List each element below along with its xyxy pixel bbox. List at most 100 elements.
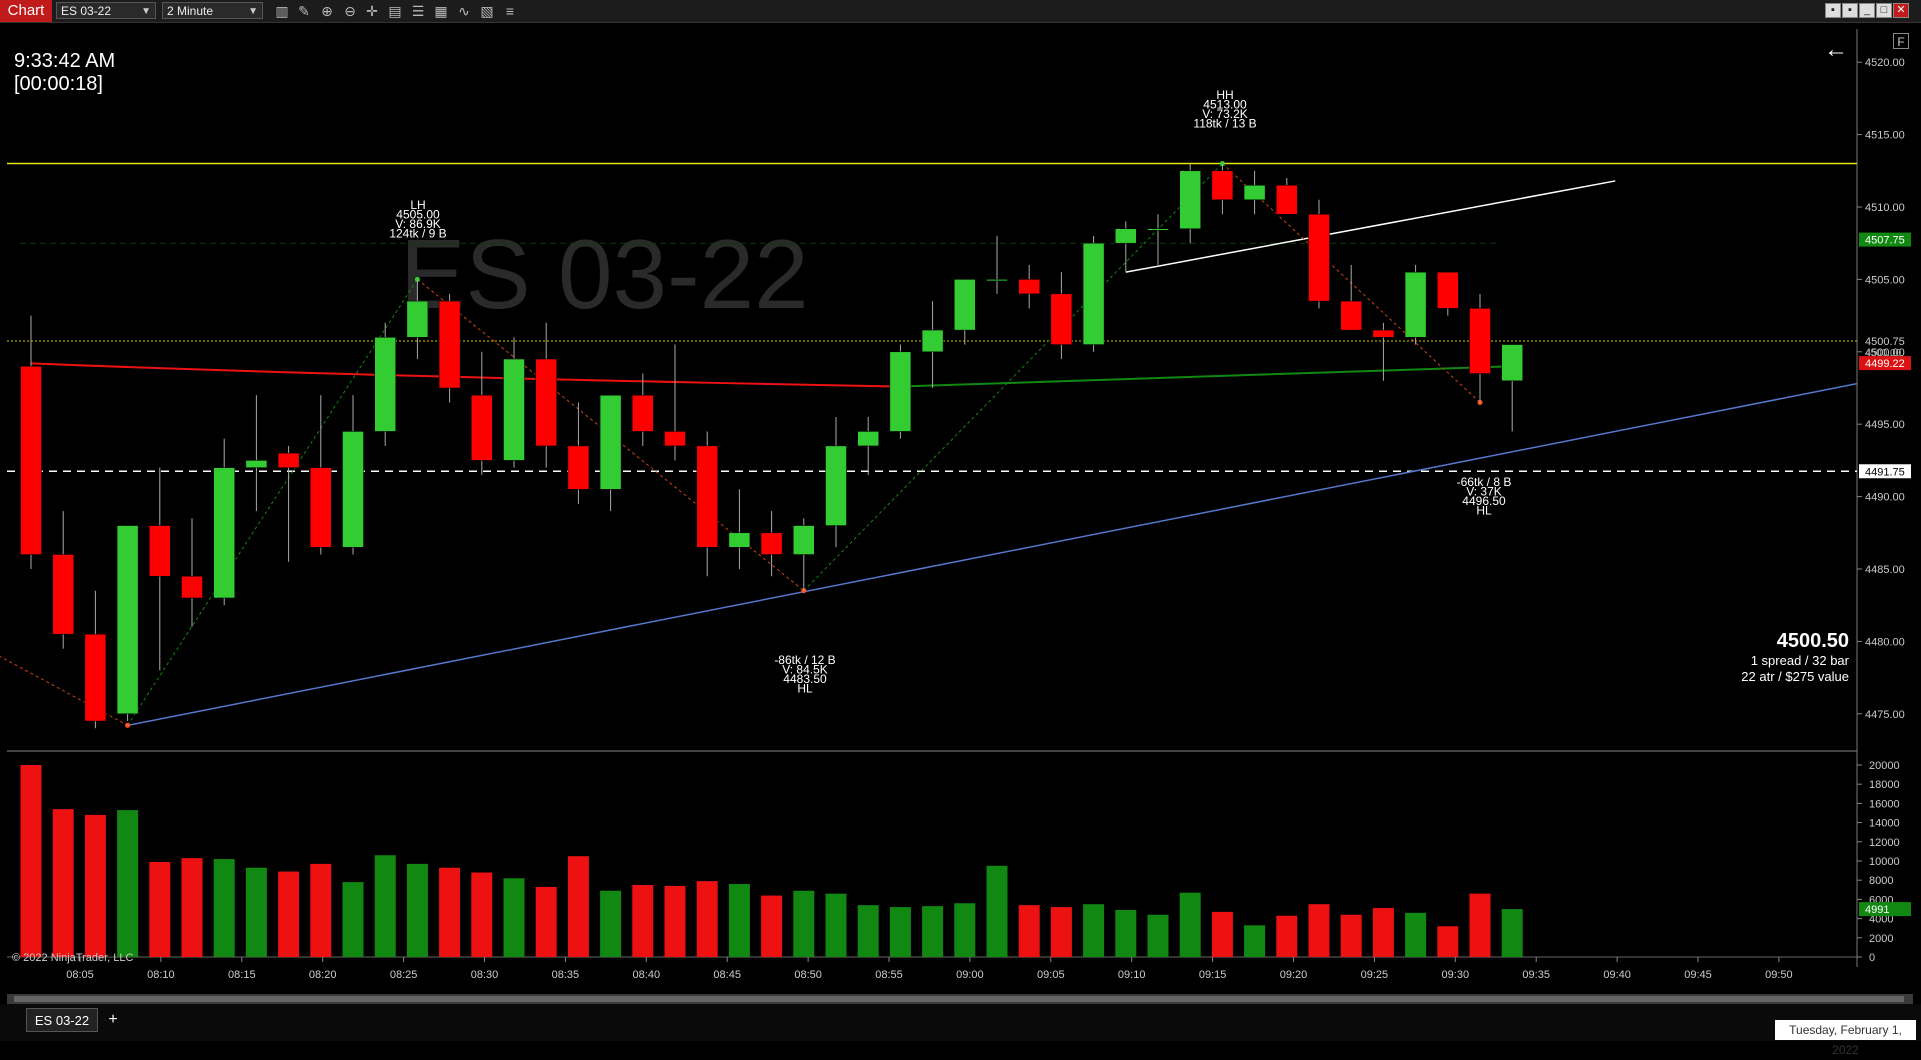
tab-es-03-22[interactable]: ES 03-22 xyxy=(26,1008,98,1032)
annotation-lh: 124tk / 9 B xyxy=(389,227,446,241)
zigzag-segment xyxy=(0,655,128,726)
volume-label-current: 4991 xyxy=(1865,904,1889,916)
volume-bar xyxy=(986,865,1008,957)
candle-body xyxy=(342,431,364,548)
volume-bar xyxy=(1147,914,1169,957)
volume-axis-tick: 16000 xyxy=(1869,798,1900,810)
bar-type-icon[interactable]: ▥ xyxy=(272,2,292,20)
price-axis-tick: 4485.00 xyxy=(1865,564,1905,576)
candle-body xyxy=(181,575,203,599)
price-label-green: 4507.75 xyxy=(1865,235,1905,247)
minimize-button[interactable]: _ xyxy=(1859,3,1875,18)
candle-body xyxy=(567,445,590,490)
candle-body xyxy=(889,351,912,432)
time-axis-tick: 09:25 xyxy=(1361,969,1389,981)
link-window-button[interactable]: ▪ xyxy=(1842,3,1858,18)
candle-body xyxy=(1147,228,1169,231)
price-axis-tick: 4495.00 xyxy=(1865,419,1905,431)
data-box-icon[interactable]: ▤ xyxy=(385,2,405,20)
time-axis-tick: 09:50 xyxy=(1765,969,1793,981)
volume-bar xyxy=(471,872,493,957)
volume-axis-tick: 12000 xyxy=(1869,837,1900,849)
chevron-down-icon: ▼ xyxy=(248,6,258,17)
volume-bar xyxy=(1115,909,1137,957)
scrollbar-thumb[interactable] xyxy=(14,996,1904,1002)
volume-bar xyxy=(20,765,42,957)
volume-bar xyxy=(1405,912,1427,957)
volume-bar xyxy=(761,895,783,957)
candle-body xyxy=(857,431,879,447)
volume-bar xyxy=(406,863,428,957)
candle-body xyxy=(1372,329,1395,338)
strategies-icon[interactable]: ∿ xyxy=(454,2,474,20)
candle-body xyxy=(277,452,300,468)
price-axis-tick: 4515.00 xyxy=(1865,130,1905,142)
candle-body xyxy=(471,394,493,461)
indicators-icon[interactable]: ▦ xyxy=(431,2,451,20)
spread-info: 1 spread / 32 bar xyxy=(1750,653,1849,668)
draw-icon[interactable]: ✎ xyxy=(294,2,314,20)
swing-point-dot xyxy=(125,722,131,728)
time-axis-tick: 08:50 xyxy=(794,969,822,981)
candle-body xyxy=(1501,344,1523,382)
time-axis-tick: 09:10 xyxy=(1118,969,1146,981)
maximize-button[interactable]: □ xyxy=(1876,3,1892,18)
price-chart[interactable]: ES 03-22 4520.00 4515.00 4510.00 4505.00 450… xyxy=(0,23,1921,1023)
candle-body xyxy=(1050,293,1073,345)
zoom-out-icon[interactable]: ⊖ xyxy=(340,2,360,20)
volume-axis-tick: 2000 xyxy=(1869,933,1893,945)
volume-bar xyxy=(1018,905,1040,957)
candle-body xyxy=(438,300,461,389)
add-tab-button[interactable]: + xyxy=(104,1008,122,1032)
instrument-selector[interactable]: ES 03-22 ▼ xyxy=(56,2,156,19)
time-axis-tick: 08:10 xyxy=(147,969,175,981)
time-axis-tick: 08:20 xyxy=(309,969,337,981)
time-axis-tick: 08:55 xyxy=(875,969,903,981)
templates-icon[interactable]: ▧ xyxy=(477,2,497,20)
back-arrow-icon[interactable]: ← xyxy=(1824,36,1848,64)
properties-icon[interactable]: ☰ xyxy=(408,2,428,20)
price-axis-tick: 4475.00 xyxy=(1865,709,1905,721)
candle-body xyxy=(1469,308,1491,374)
volume-axis-tick: 10000 xyxy=(1869,856,1900,868)
crosshair-icon[interactable]: ✛ xyxy=(362,2,382,20)
atr-info: 22 atr / $275 value xyxy=(1741,669,1849,684)
time-axis-tick: 08:05 xyxy=(66,969,94,981)
time-axis-tick: 09:05 xyxy=(1037,969,1065,981)
volume-bar xyxy=(278,871,300,957)
list-icon[interactable]: ≡ xyxy=(500,2,520,20)
price-label-white: 4491.75 xyxy=(1865,466,1905,478)
volume-axis-tick: 20000 xyxy=(1869,760,1900,772)
trend-line-blue xyxy=(127,382,1858,727)
annotation-hl-1: HL xyxy=(797,682,813,696)
time-axis-tick: 08:45 xyxy=(713,969,741,981)
zoom-in-icon[interactable]: ⊕ xyxy=(317,2,337,20)
candle-body xyxy=(116,525,139,715)
candle-body xyxy=(503,358,525,461)
tile-window-button[interactable]: ▪ xyxy=(1825,3,1841,18)
candle-body xyxy=(1340,300,1362,331)
candle-body xyxy=(954,279,976,331)
volume-bar xyxy=(728,884,750,957)
candle-body xyxy=(1308,213,1330,302)
price-axis-tick: 4520.00 xyxy=(1865,57,1905,69)
time-axis-tick: 09:00 xyxy=(956,969,984,981)
candle-body xyxy=(406,300,429,338)
candle-body xyxy=(1276,185,1298,215)
bar-countdown: [00:00:18] xyxy=(14,73,103,95)
date-display: Tuesday, February 1, 2022 xyxy=(1775,1020,1916,1057)
candle-body xyxy=(986,279,1008,282)
time-axis-tick: 08:15 xyxy=(228,969,256,981)
clock-time: 9:33:42 AM xyxy=(14,50,116,72)
close-button[interactable]: ✕ xyxy=(1893,3,1909,18)
interval-selector[interactable]: 2 Minute ▼ xyxy=(162,2,263,19)
tab-bar xyxy=(0,1004,1921,1041)
volume-bar xyxy=(793,890,815,957)
volume-axis-tick: 8000 xyxy=(1869,875,1893,887)
fixed-scale-button[interactable]: F xyxy=(1893,33,1909,49)
volume-bar xyxy=(922,906,944,957)
volume-bar xyxy=(1340,914,1362,957)
volume-bar xyxy=(632,885,654,957)
volume-bar xyxy=(1050,907,1072,957)
candle-body xyxy=(793,525,815,555)
